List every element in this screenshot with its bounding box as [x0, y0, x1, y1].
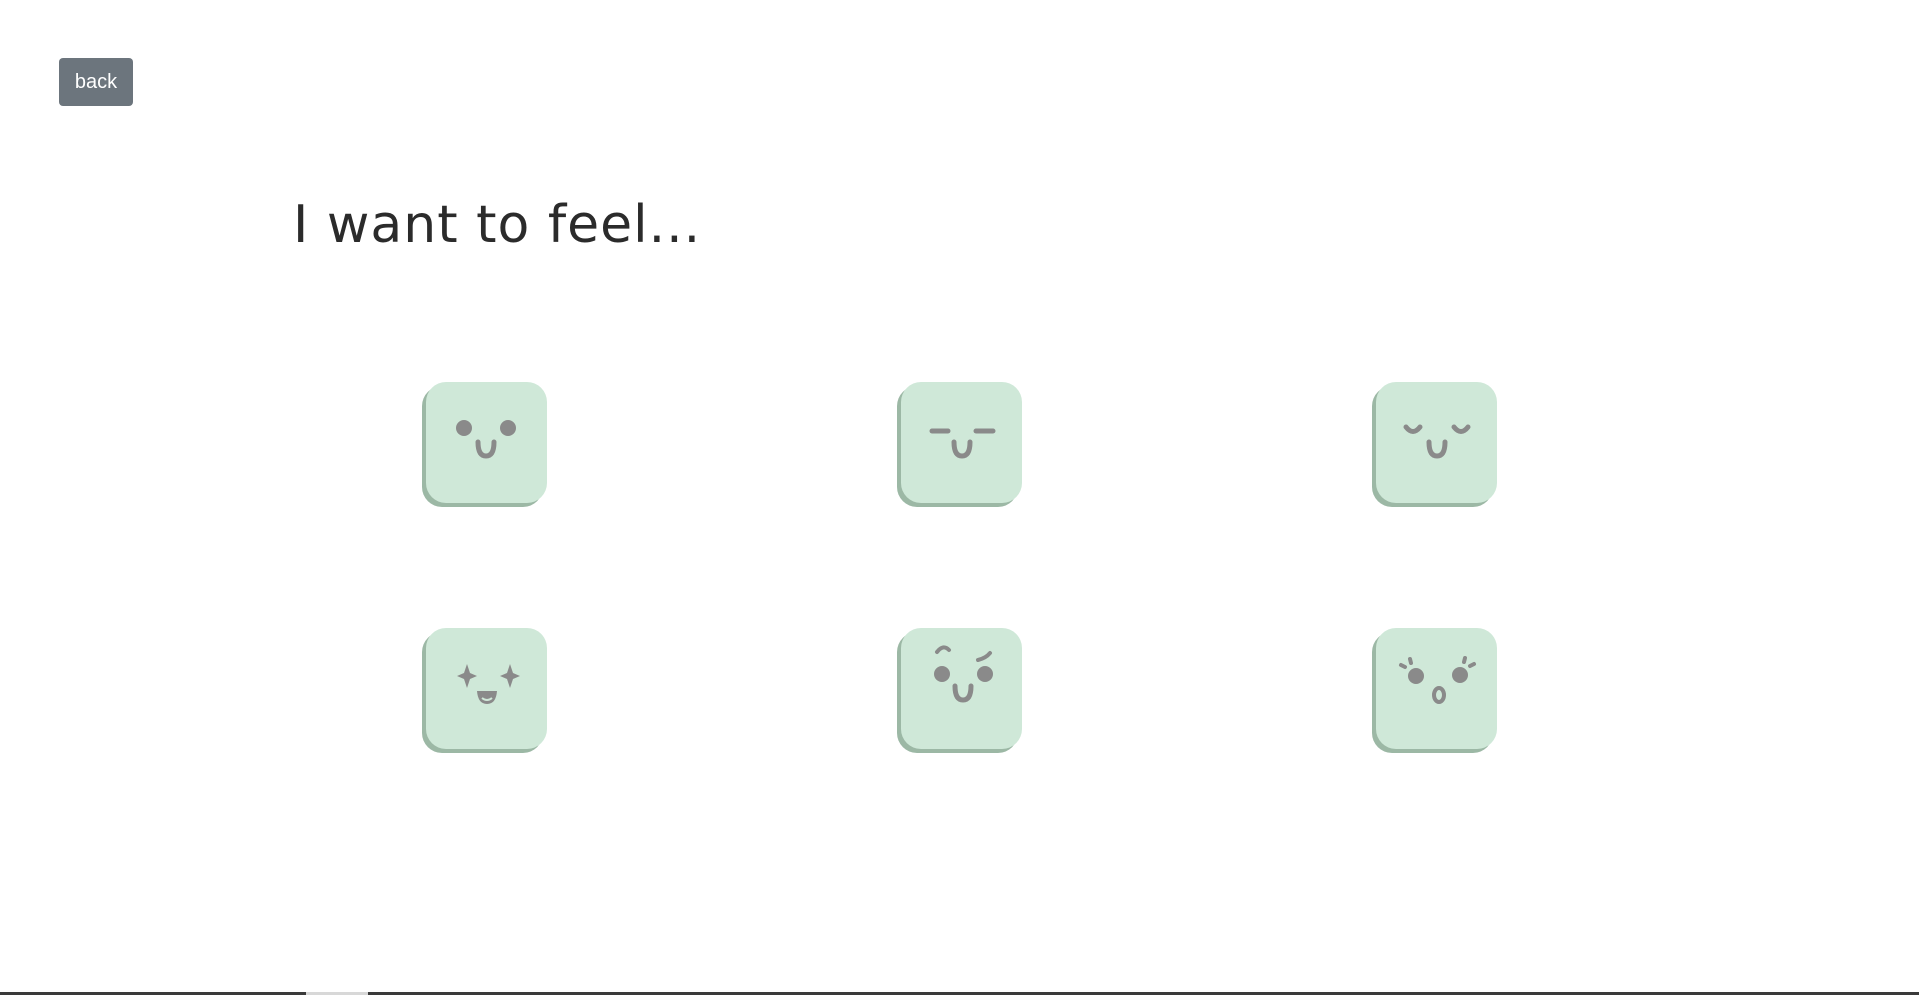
back-button[interactable]: back [59, 58, 133, 106]
mood-option-playful[interactable] [901, 628, 1022, 749]
mood-option-surprised[interactable] [1376, 628, 1497, 749]
mood-option-calm[interactable] [901, 382, 1022, 503]
mood-option-content[interactable] [1376, 382, 1497, 503]
calm-face-icon [929, 428, 996, 459]
page-title: I want to feel... [293, 195, 702, 255]
excited-face-icon [457, 664, 520, 704]
happy-face-icon [456, 420, 516, 459]
mood-option-happy[interactable] [426, 382, 547, 503]
content-face-icon [1403, 424, 1471, 459]
playful-face-icon [934, 645, 993, 703]
surprised-face-icon [1399, 656, 1476, 704]
mood-option-excited[interactable] [426, 628, 547, 749]
